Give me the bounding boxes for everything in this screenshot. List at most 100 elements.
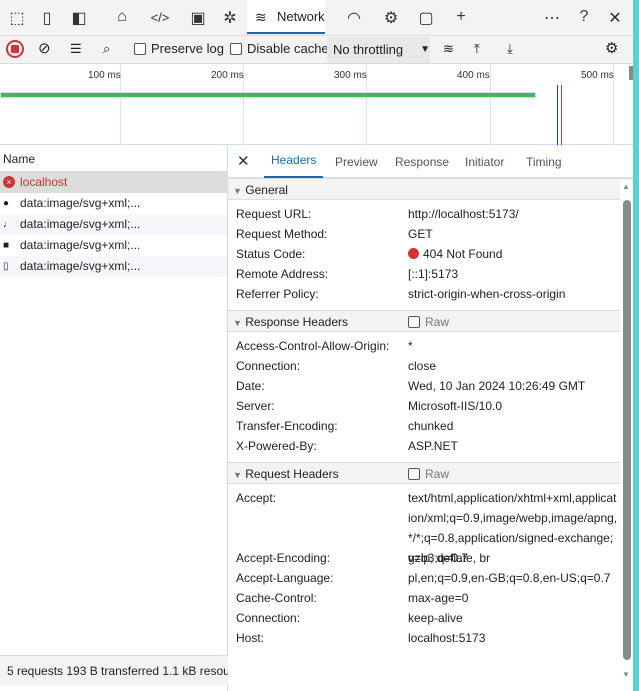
export-icon[interactable]: ⤓ bbox=[507, 41, 513, 57]
sources-bug-icon[interactable]: ✲ bbox=[219, 8, 241, 28]
header-row: Request Method: GET bbox=[228, 224, 633, 244]
clear-icon[interactable]: ⊘ bbox=[38, 39, 51, 57]
name-column-header[interactable]: Name bbox=[0, 145, 227, 172]
header-value: Microsoft-IIS/10.0 bbox=[408, 399, 503, 413]
dropdown-arrow-icon: ▼ bbox=[420, 44, 430, 55]
request-name: data:image/svg+xml;... bbox=[20, 259, 141, 273]
search-icon[interactable]: ⌕ bbox=[103, 41, 110, 57]
header-value: http://localhost:5173/ bbox=[408, 207, 519, 221]
tab-network-label: Network bbox=[277, 9, 325, 24]
header-row: Connection: close bbox=[228, 356, 633, 376]
settings-gear-icon[interactable]: ⚙ bbox=[605, 39, 618, 57]
header-value: GET bbox=[408, 227, 433, 241]
device-emulation-icon[interactable]: ▯ bbox=[36, 8, 58, 28]
header-value: pl,en;q=0.9,en-GB;q=0.8,en-US;q=0.7 bbox=[408, 571, 611, 585]
raw-checkbox[interactable]: Raw bbox=[408, 311, 449, 333]
application-icon[interactable]: ▢ bbox=[415, 8, 437, 28]
header-row: Request URL: http://localhost:5173/ bbox=[228, 204, 633, 224]
collapse-triangle-icon: ▼ bbox=[233, 470, 242, 480]
header-key: Transfer-Encoding: bbox=[236, 419, 338, 433]
tab-headers[interactable]: Headers bbox=[264, 149, 324, 178]
preserve-log-checkbox[interactable]: Preserve log bbox=[134, 41, 224, 56]
header-key: Accept-Encoding: bbox=[236, 551, 331, 565]
request-name: data:image/svg+xml;... bbox=[20, 238, 141, 252]
status-error-dot-icon bbox=[408, 248, 419, 259]
tick-label: 300 ms bbox=[334, 70, 367, 81]
elements-icon[interactable]: </> bbox=[149, 10, 171, 25]
timeline-scroll-handle[interactable] bbox=[629, 66, 633, 80]
header-row: Date: Wed, 10 Jan 2024 10:26:49 GMT bbox=[228, 376, 633, 396]
tab-initiator[interactable]: Initiator bbox=[465, 155, 504, 169]
header-value: [::1]:5173 bbox=[408, 267, 459, 281]
record-icon[interactable] bbox=[6, 40, 24, 58]
header-value: * bbox=[408, 339, 413, 353]
tab-response[interactable]: Response bbox=[395, 155, 449, 169]
header-row: Status Code: 404 Not Found bbox=[228, 244, 633, 264]
header-row: Accept-Encoding: gzip, deflate, br bbox=[228, 548, 633, 568]
request-waterfall-bar bbox=[0, 92, 536, 98]
request-name: localhost bbox=[20, 175, 68, 189]
filter-icon[interactable]: ☰ bbox=[70, 41, 82, 57]
header-key: Request Method: bbox=[236, 227, 328, 241]
dock-icon[interactable]: ◧ bbox=[68, 8, 90, 28]
throttling-value: No throttling bbox=[333, 42, 404, 57]
header-key: Cache-Control: bbox=[236, 591, 317, 605]
performance-icon[interactable]: ◠ bbox=[343, 8, 365, 28]
tab-timing[interactable]: Timing bbox=[526, 155, 562, 169]
tick-label: 100 ms bbox=[88, 70, 121, 81]
header-value: close bbox=[408, 359, 437, 373]
request-row[interactable]: × localhost bbox=[0, 172, 227, 193]
network-conditions-icon[interactable]: ≋ bbox=[443, 41, 454, 57]
inspect-icon[interactable]: ⬚ bbox=[6, 8, 28, 28]
header-key: Date: bbox=[236, 379, 265, 393]
scrollbar-thumb[interactable] bbox=[623, 200, 631, 660]
header-row: Referrer Policy: strict-origin-when-cross… bbox=[228, 284, 633, 304]
more-icon[interactable]: ⋯ bbox=[541, 8, 563, 28]
import-icon[interactable]: ⤒ bbox=[474, 41, 480, 57]
header-value: localhost:5173 bbox=[408, 631, 486, 645]
timeline-overview[interactable]: 100 ms 200 ms 300 ms 400 ms 500 ms bbox=[0, 64, 633, 145]
raw-checkbox[interactable]: Raw bbox=[408, 463, 449, 485]
request-details: ✕ Headers Preview Response Initiator Tim… bbox=[228, 145, 633, 691]
general-section-header[interactable]: ▼ General bbox=[228, 178, 633, 200]
help-icon[interactable]: ? bbox=[573, 8, 595, 26]
load-line bbox=[561, 85, 562, 145]
request-row[interactable]: ■ data:image/svg+xml;... bbox=[0, 235, 227, 256]
header-key: Server: bbox=[236, 399, 275, 413]
disable-cache-label: Disable cache bbox=[247, 41, 329, 56]
header-row: Transfer-Encoding: chunked bbox=[228, 416, 633, 436]
network-toolbar: ⊘ ☰ ⌕ Preserve log Disable cache No thro… bbox=[0, 36, 633, 64]
header-value: ASP.NET bbox=[408, 439, 458, 453]
welcome-icon[interactable]: ⌂ bbox=[111, 8, 133, 26]
header-row: Accept: text/html,application/xhtml+xml,a… bbox=[228, 488, 633, 565]
header-key: Referrer Policy: bbox=[236, 287, 319, 301]
close-details-icon[interactable]: ✕ bbox=[237, 152, 250, 170]
section-title: Request Headers bbox=[245, 467, 339, 481]
request-list: Name × localhost ● data:image/svg+xml;... … bbox=[0, 145, 228, 691]
preserve-log-label: Preserve log bbox=[151, 41, 224, 56]
request-name: data:image/svg+xml;... bbox=[20, 217, 141, 231]
request-row[interactable]: ● data:image/svg+xml;... bbox=[0, 193, 227, 214]
tab-preview[interactable]: Preview bbox=[335, 155, 378, 169]
header-key: Connection: bbox=[236, 359, 301, 373]
request-headers-section-header[interactable]: ▼ Request Headers Raw bbox=[228, 462, 633, 484]
response-headers-section-header[interactable]: ▼ Response Headers Raw bbox=[228, 310, 633, 332]
dom-content-loaded-line bbox=[557, 85, 558, 145]
raw-label: Raw bbox=[425, 315, 450, 329]
header-key: Host: bbox=[236, 631, 265, 645]
disable-cache-checkbox[interactable]: Disable cache bbox=[230, 41, 329, 56]
raw-label: Raw bbox=[425, 467, 450, 481]
status-bar: 5 requests 193 B transferred 1.1 kB reso… bbox=[0, 655, 228, 685]
window-edge bbox=[633, 0, 639, 691]
close-icon[interactable]: ✕ bbox=[604, 8, 626, 28]
throttling-select[interactable]: No throttling ▼ bbox=[327, 37, 430, 63]
memory-icon[interactable]: ⚙ bbox=[380, 8, 402, 28]
console-icon[interactable]: ▣ bbox=[187, 8, 209, 28]
add-tab-icon[interactable]: + bbox=[450, 8, 472, 26]
request-row[interactable]: ▯ data:image/svg+xml;... bbox=[0, 256, 227, 277]
tab-network[interactable]: ≋ Network bbox=[247, 0, 325, 34]
header-value: chunked bbox=[408, 419, 454, 433]
request-row[interactable]: ♩ data:image/svg+xml;... bbox=[0, 214, 227, 235]
header-key: Connection: bbox=[236, 611, 301, 625]
section-title: General bbox=[245, 183, 288, 197]
